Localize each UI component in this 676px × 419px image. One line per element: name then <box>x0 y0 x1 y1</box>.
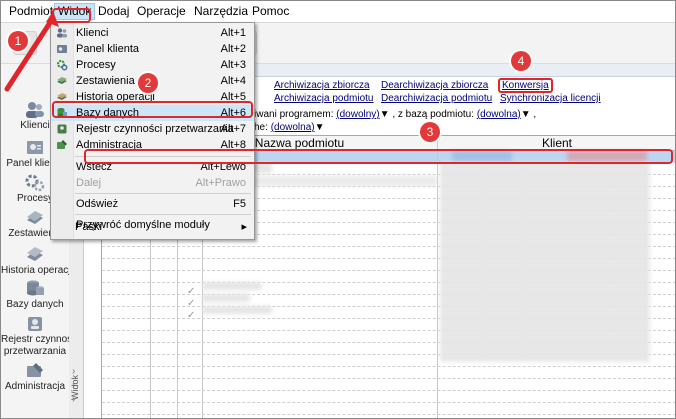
step-callout-4: 4 <box>511 51 531 71</box>
reports-icon <box>27 211 43 224</box>
table-row[interactable] <box>102 402 675 403</box>
menu-item-label: Odśwież <box>76 198 119 210</box>
menu-item-label: Paski <box>75 221 102 233</box>
view-menu-dropdown: Klienci Alt+1 Panel klienta Alt+2 Proces… <box>50 22 255 240</box>
filter-dropdown[interactable]: (dowolna) <box>271 122 315 133</box>
filter-label: , z bazą podmiotu: <box>392 109 475 120</box>
nav-label: Rejestr czynności <box>1 334 80 345</box>
menu-item-shortcut: F5 <box>233 198 246 210</box>
column-header-label: Klient <box>541 136 573 150</box>
redacted-cell <box>202 282 262 290</box>
step-callout-3: 3 <box>420 122 440 142</box>
menu-separator <box>75 193 251 194</box>
step-callout-1: 1 <box>8 31 28 51</box>
register-icon <box>28 317 42 331</box>
menu-item-rejestr-czynnosci[interactable]: Rejestr czynności przetwarzania Alt+7 <box>51 121 254 137</box>
menu-item-odswiez[interactable]: Odśwież F5 <box>51 196 254 212</box>
grid-column-divider <box>437 136 438 418</box>
menu-item-shortcut: Alt+Prawo <box>195 177 246 189</box>
table-row[interactable] <box>102 390 675 391</box>
menu-item-shortcut: Alt+1 <box>220 27 246 39</box>
menu-operacje[interactable]: Operacje <box>134 4 189 19</box>
nav-rejestr-czynnosci[interactable]: Rejestr czynności przetwarzania <box>1 314 80 358</box>
client-panel-icon <box>27 141 43 154</box>
highlight-widok-menu <box>52 8 91 23</box>
menu-podmiot[interactable]: Podmiot <box>6 4 56 19</box>
column-header-label: Nazwa podmiotu <box>254 136 345 150</box>
side-tab-label[interactable]: Widok <box>70 375 80 400</box>
menu-item-label: Procesy <box>76 59 116 71</box>
clients-icon <box>26 102 44 118</box>
client-panel-icon <box>57 45 67 53</box>
filter-base-dropdown[interactable]: (dowolna) <box>477 109 521 120</box>
clients-icon <box>57 28 67 38</box>
highlight-bazy-danych <box>52 101 253 118</box>
link-konwersja[interactable]: Konwersja <box>498 78 553 93</box>
table-row[interactable] <box>102 366 675 367</box>
menu-item-label: Zestawienia <box>76 75 135 87</box>
nav-bazy-danych[interactable]: Bazy danych <box>1 279 69 311</box>
table-row[interactable] <box>102 378 675 379</box>
check-icon: ✓ <box>187 310 196 321</box>
history-icon <box>27 247 43 261</box>
link-dearchiwizacja-podmiotu[interactable]: Dearchiwizacja podmiotu <box>381 93 492 104</box>
menu-item-shortcut: Alt+7 <box>220 123 246 135</box>
link-dearchiwizacja-zbiorcza[interactable]: Dearchiwizacja zbiorcza <box>381 80 488 91</box>
menu-item-procesy[interactable]: Procesy Alt+3 <box>51 57 254 73</box>
nav-label: Historia operacji <box>1 265 73 276</box>
processes-icon <box>57 60 68 71</box>
register-icon <box>57 124 67 134</box>
filter-label: iwani programem: <box>254 109 334 120</box>
menu-item-klienci[interactable]: Klienci Alt+1 <box>51 25 254 41</box>
menu-narzedzia[interactable]: Narzędzia <box>191 4 251 19</box>
nav-label: Bazy danych <box>6 299 64 310</box>
highlight-grid-row <box>84 149 673 164</box>
admin-icon <box>57 140 67 149</box>
menu-item-label: Dalej <box>76 177 102 189</box>
filter-label: , <box>533 109 537 120</box>
admin-icon <box>27 363 43 377</box>
menu-item-panel-klienta[interactable]: Panel klienta Alt+2 <box>51 41 254 57</box>
menu-item-label: Rejestr czynności przetwarzania <box>76 123 234 135</box>
filter-line-program: iwani programem: (dowolny)▼ , z bazą pod… <box>254 109 536 120</box>
menu-item-paski[interactable]: Paski ▸ <box>50 219 253 235</box>
menu-item-shortcut: Alt+2 <box>220 43 246 55</box>
menu-item-shortcut: Alt+3 <box>220 59 246 71</box>
processes-icon <box>25 174 45 192</box>
nav-label: Administracja <box>4 381 66 392</box>
app-window: Podmiot Widok Dodaj Operacje Narzędzia P… <box>0 0 676 419</box>
redacted-cell <box>440 162 650 362</box>
link-archiwizacja-zbiorcza[interactable]: Archiwizacja zbiorcza <box>274 80 370 91</box>
check-icon: ✓ <box>187 298 196 309</box>
link-archiwizacja-podmiotu[interactable]: Archiwizacja podmiotu <box>274 93 374 104</box>
reports-icon <box>57 77 67 84</box>
menu-bar: Podmiot Widok Dodaj Operacje Narzędzia P… <box>1 1 675 23</box>
menu-item-label: Panel klienta <box>76 43 139 55</box>
table-row[interactable] <box>102 414 675 415</box>
menu-dodaj[interactable]: Dodaj <box>95 4 132 19</box>
database-icon <box>27 280 44 296</box>
filter-line-2: he: (dowolna)▼ <box>254 122 325 133</box>
filter-program-dropdown[interactable]: (dowolny) <box>336 109 379 120</box>
menu-item-dalej: Dalej Alt+Prawo <box>51 175 254 191</box>
redacted-cell <box>202 294 250 302</box>
check-icon: ✓ <box>187 286 196 297</box>
dropdown-arrow-icon[interactable]: ▼ <box>315 122 325 133</box>
nav-administracja[interactable]: Administracja <box>1 361 69 393</box>
link-synchronizacja-licencji[interactable]: Synchronizacja licencji <box>500 93 601 104</box>
menu-item-label: Klienci <box>76 27 109 39</box>
dropdown-arrow-icon[interactable]: ▼ <box>521 109 531 120</box>
menu-item-shortcut: Alt+4 <box>220 75 246 87</box>
menu-pomoc[interactable]: Pomoc <box>249 4 292 19</box>
nav-historia-operacji[interactable]: Historia operacji <box>1 245 73 277</box>
menu-separator <box>75 214 251 215</box>
dropdown-arrow-icon[interactable]: ▼ <box>380 109 390 120</box>
nav-label: przetwarzania <box>3 346 67 357</box>
filter-label: he: <box>254 122 268 133</box>
redacted-cell <box>202 306 272 314</box>
submenu-arrow-icon: ▸ <box>241 221 247 233</box>
step-callout-2: 2 <box>138 73 158 93</box>
